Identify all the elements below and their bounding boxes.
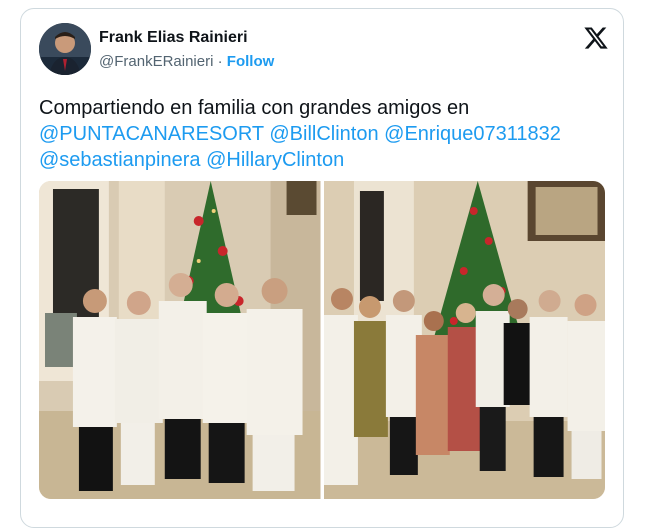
tweet-body: Compartiendo en familia con grandes amig… [39, 97, 470, 119]
mention-hillaryclinton[interactable]: @HillaryClinton [206, 149, 344, 171]
tweet-header: Frank Elias Rainieri @FrankERainieri · F… [39, 23, 609, 79]
separator: · [217, 53, 223, 70]
mention-puntacanaresort[interactable]: @PUNTACANARESORT [39, 123, 264, 145]
tweet-card[interactable]: Frank Elias Rainieri @FrankERainieri · F… [20, 8, 624, 528]
mention-sebastianpinera[interactable]: @sebastianpinera [39, 149, 201, 171]
x-logo-icon[interactable] [583, 25, 609, 51]
author-meta: @FrankERainieri · Follow [99, 53, 274, 70]
author-handle[interactable]: @FrankERainieri [99, 53, 213, 70]
author-name[interactable]: Frank Elias Rainieri [99, 29, 248, 47]
follow-button[interactable]: Follow [227, 53, 275, 70]
photo-group-left[interactable] [39, 181, 321, 499]
photo-grid [39, 181, 605, 499]
tweet-text: Compartiendo en familia con grandes amig… [39, 95, 609, 173]
mention-enrique[interactable]: @Enrique07311832 [384, 123, 561, 145]
photo-group-right[interactable] [323, 181, 605, 499]
mention-billclinton[interactable]: @BillClinton [269, 123, 378, 145]
avatar[interactable] [39, 23, 91, 75]
